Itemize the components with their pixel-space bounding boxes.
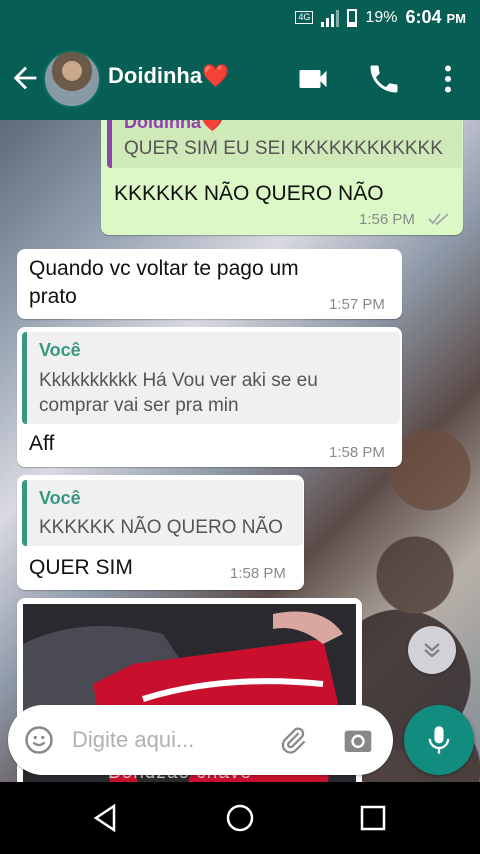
message-input[interactable]: Digite aqui... (72, 727, 194, 753)
double-chevron-down-icon (424, 643, 440, 658)
nav-back-icon[interactable] (90, 802, 122, 834)
quote-text: QUER SIM EU SEI KKKKKKKKKKKK (124, 138, 443, 159)
quoted-message[interactable]: Você KKKKKK NÃO QUERO NÃO (22, 480, 303, 546)
nav-recents-icon[interactable] (357, 802, 389, 834)
chat-area[interactable]: Doidinha❤️ QUER SIM EU SEI KKKKKKKKKKKK … (0, 120, 480, 782)
message-bubble-incoming[interactable]: Você KKKKKK NÃO QUERO NÃO QUER SIM 1:58 … (17, 475, 304, 590)
video-camera-icon[interactable] (295, 61, 331, 97)
avatar[interactable] (43, 50, 101, 108)
nav-home-icon[interactable] (224, 802, 256, 834)
phone-icon[interactable] (366, 61, 402, 97)
scroll-to-bottom-button[interactable] (408, 626, 456, 674)
message-text-line: Quando vc voltar te pago um (29, 257, 299, 280)
quoted-message[interactable]: Você Kkkkkkkkkk Há Vou ver aki se eu com… (22, 332, 400, 424)
quote-author: Você (39, 488, 81, 508)
network-type: 4G (295, 11, 314, 24)
system-nav-bar (0, 782, 480, 854)
microphone-button[interactable] (404, 705, 474, 775)
message-time: 1:56 PM (359, 211, 415, 228)
message-time: 1:58 PM (230, 565, 286, 582)
message-text-line: prato (29, 285, 77, 308)
emoji-icon[interactable] (24, 725, 54, 755)
message-bubble-incoming[interactable]: Você Kkkkkkkkkk Há Vou ver aki se eu com… (17, 327, 402, 467)
message-composer: Digite aqui... (8, 705, 393, 775)
signal-icon (321, 9, 340, 27)
clock-time: 6:04 (405, 7, 442, 27)
double-check-icon (428, 213, 449, 225)
message-text: KKKKKK NÃO QUERO NÃO (114, 182, 384, 205)
paperclip-icon[interactable] (278, 725, 308, 755)
battery-icon (347, 8, 358, 27)
microphone-icon (428, 726, 450, 754)
message-text: Aff (29, 432, 55, 455)
camera-icon[interactable] (342, 725, 374, 755)
battery-level: 19% (365, 8, 398, 26)
more-vert-icon[interactable] (430, 61, 466, 97)
message-text: QUER SIM (29, 556, 133, 579)
message-time: 1:58 PM (329, 444, 385, 461)
contact-name[interactable]: Doidinha❤️ (108, 63, 230, 89)
message-bubble-outgoing[interactable]: Doidinha❤️ QUER SIM EU SEI KKKKKKKKKKKK … (101, 120, 463, 235)
arrow-left-icon[interactable] (8, 61, 42, 95)
message-time: 1:57 PM (329, 296, 385, 313)
clock-ampm: PM (446, 11, 467, 26)
quote-author: Você (39, 340, 81, 360)
chat-header: Doidinha❤️ (0, 37, 480, 120)
message-bubble-incoming[interactable]: Quando vc voltar te pago um prato 1:57 P… (17, 249, 402, 319)
status-bar: 4G 19% 6:04 PM (0, 0, 480, 37)
quote-text-line: comprar vai ser pra min (39, 395, 239, 416)
quote-author: Doidinha❤️ (124, 120, 224, 132)
quote-text: KKKKKK NÃO QUERO NÃO (39, 517, 283, 538)
clock: 6:04 PM (405, 7, 466, 28)
quote-text-line: Kkkkkkkkkk Há Vou ver aki se eu (39, 370, 318, 391)
quoted-message[interactable]: Doidinha❤️ QUER SIM EU SEI KKKKKKKKKKKK (107, 120, 462, 168)
